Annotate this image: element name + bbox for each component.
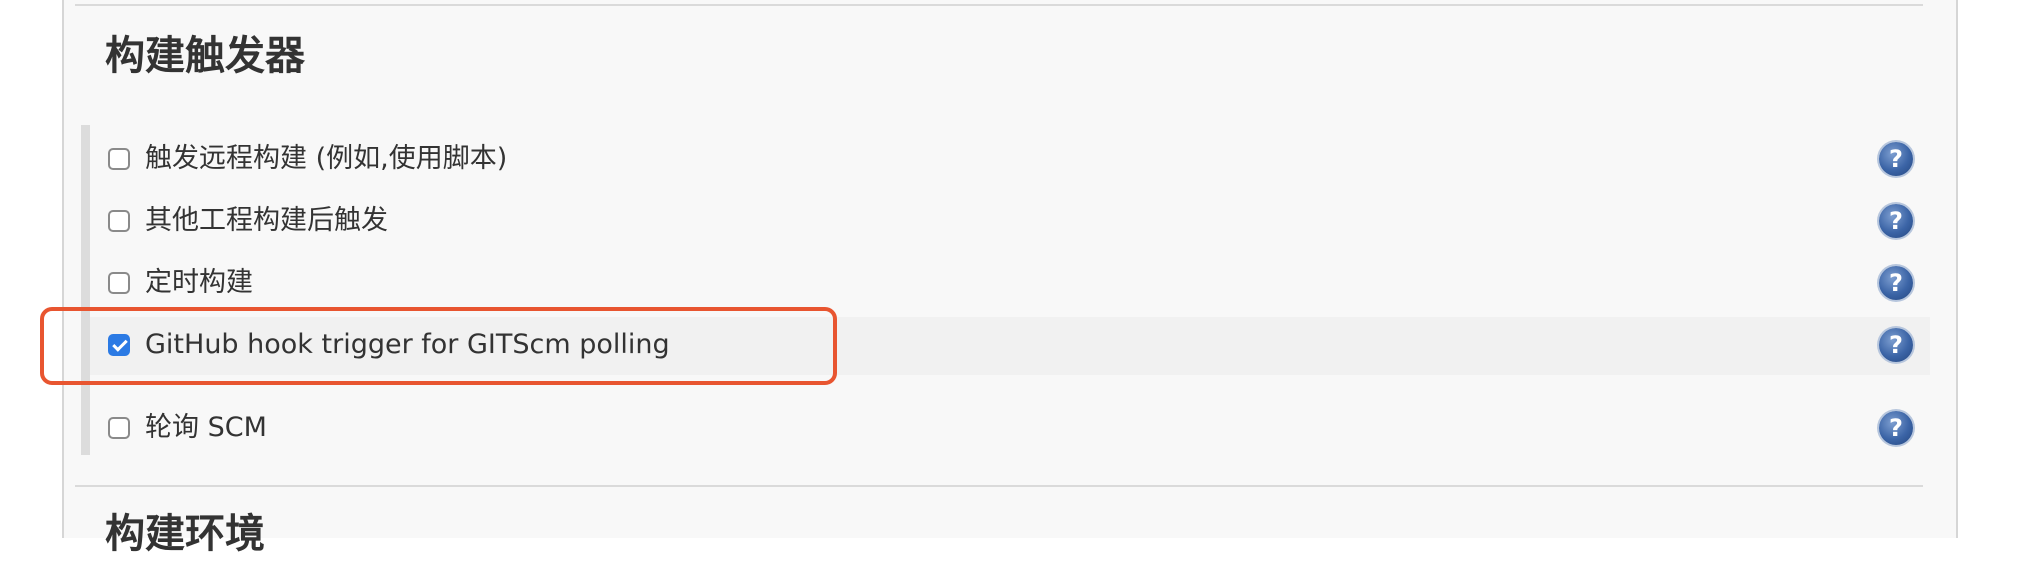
question-circle-icon[interactable]: ? (1879, 142, 1913, 176)
option-label: 定时构建 (145, 267, 253, 298)
option-label: 轮询 SCM (145, 412, 267, 443)
github-hook-trigger-checkbox[interactable] (108, 334, 130, 356)
option-label: GitHub hook trigger for GITScm polling (145, 329, 670, 360)
question-circle-icon[interactable]: ? (1879, 204, 1913, 238)
option-build-after-other-projects: 其他工程构建后触发 ? (90, 193, 1930, 249)
option-github-hook-trigger: GitHub hook trigger for GITScm polling ? (90, 317, 1930, 375)
build-after-other-projects-checkbox[interactable] (108, 210, 130, 232)
options-group-bar (81, 125, 90, 455)
section-title: 构建触发器 (105, 33, 305, 79)
next-section-title: 构建环境 (105, 511, 265, 557)
option-build-periodically: 定时构建 ? (90, 255, 1930, 311)
option-label: 触发远程构建 (例如,使用脚本) (145, 143, 508, 174)
question-circle-icon[interactable]: ? (1879, 328, 1913, 362)
option-label: 其他工程构建后触发 (145, 205, 388, 236)
question-circle-icon[interactable]: ? (1879, 266, 1913, 300)
question-circle-icon[interactable]: ? (1879, 411, 1913, 445)
option-trigger-remote-builds: 触发远程构建 (例如,使用脚本) ? (90, 131, 1930, 187)
build-periodically-checkbox[interactable] (108, 272, 130, 294)
trigger-remote-builds-checkbox[interactable] (108, 148, 130, 170)
poll-scm-checkbox[interactable] (108, 417, 130, 439)
option-poll-scm: 轮询 SCM ? (90, 400, 1930, 456)
section-divider-top (75, 4, 1923, 6)
section-divider-bottom (75, 485, 1923, 487)
